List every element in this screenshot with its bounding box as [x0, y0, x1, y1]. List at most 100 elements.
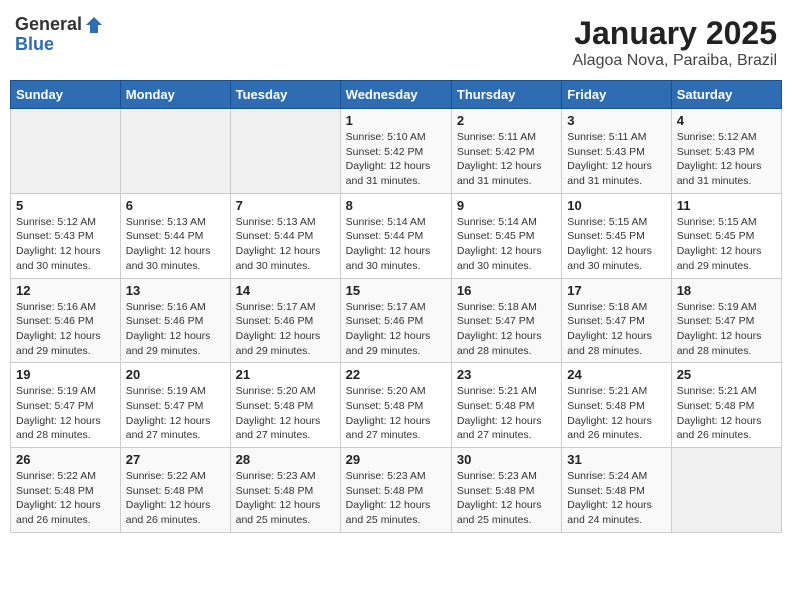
calendar-cell: 31Sunrise: 5:24 AM Sunset: 5:48 PM Dayli… — [562, 448, 671, 533]
calendar-cell: 2Sunrise: 5:11 AM Sunset: 5:42 PM Daylig… — [451, 109, 561, 194]
calendar-cell: 17 Sunrise: 5:18 AM Sunset: 5:47 PM Dayli… — [562, 278, 671, 363]
calendar-cell: 20 Sunrise: 5:19 AM Sunset: 5:47 PM Dayli… — [120, 363, 230, 448]
calendar-table: SundayMondayTuesdayWednesdayThursdayFrid… — [10, 80, 782, 533]
day-number: 19 — [16, 367, 115, 382]
day-info: Sunrise: 5:17 AM Sunset: 5:46 PM Dayligh… — [346, 300, 446, 359]
day-number: 24 — [567, 367, 665, 382]
day-info: Sunrise: 5:20 AM Sunset: 5:48 PM Dayligh… — [346, 384, 446, 443]
day-info: Sunrise: 5:12 AM Sunset: 5:43 PM Dayligh… — [677, 130, 776, 189]
day-number: 22 — [346, 367, 446, 382]
location-title: Alagoa Nova, Paraiba, Brazil — [572, 52, 777, 70]
page-header: General Blue January 2025 Alagoa Nova, P… — [10, 10, 782, 70]
calendar-cell: 19 Sunrise: 5:19 AM Sunset: 5:47 PM Dayli… — [11, 363, 121, 448]
day-number: 27 — [126, 452, 225, 467]
day-number: 10 — [567, 198, 665, 213]
day-info: Sunrise: 5:10 AM Sunset: 5:42 PM Dayligh… — [346, 130, 446, 189]
day-number: 23 — [457, 367, 556, 382]
day-number: 4 — [677, 113, 776, 128]
day-number: 30 — [457, 452, 556, 467]
day-number: 25 — [677, 367, 776, 382]
month-title: January 2025 — [572, 15, 777, 52]
calendar-week-row: 1Sunrise: 5:10 AM Sunset: 5:42 PM Daylig… — [11, 109, 782, 194]
title-area: January 2025 Alagoa Nova, Paraiba, Brazi… — [572, 15, 777, 70]
day-info: Sunrise: 5:21 AM Sunset: 5:48 PM Dayligh… — [567, 384, 665, 443]
calendar-cell: 12 Sunrise: 5:16 AM Sunset: 5:46 PM Dayli… — [11, 278, 121, 363]
day-info: Sunrise: 5:13 AM Sunset: 5:44 PM Dayligh… — [126, 215, 225, 274]
calendar-cell: 27 Sunrise: 5:22 AM Sunset: 5:48 PM Dayli… — [120, 448, 230, 533]
calendar-cell: 8 Sunrise: 5:14 AM Sunset: 5:44 PM Daylig… — [340, 193, 451, 278]
logo: General Blue — [15, 15, 104, 55]
day-info: Sunrise: 5:20 AM Sunset: 5:48 PM Dayligh… — [236, 384, 335, 443]
day-number: 16 — [457, 283, 556, 298]
logo-general: General — [15, 15, 82, 35]
day-info: Sunrise: 5:21 AM Sunset: 5:48 PM Dayligh… — [457, 384, 556, 443]
day-info: Sunrise: 5:14 AM Sunset: 5:45 PM Dayligh… — [457, 215, 556, 274]
logo-blue: Blue — [15, 34, 54, 54]
calendar-cell: 3 Sunrise: 5:11 AM Sunset: 5:43 PM Daylig… — [562, 109, 671, 194]
day-number: 20 — [126, 367, 225, 382]
day-number: 31 — [567, 452, 665, 467]
calendar-cell: 6 Sunrise: 5:13 AM Sunset: 5:44 PM Daylig… — [120, 193, 230, 278]
day-info: Sunrise: 5:19 AM Sunset: 5:47 PM Dayligh… — [126, 384, 225, 443]
calendar-cell: 29 Sunrise: 5:23 AM Sunset: 5:48 PM Dayli… — [340, 448, 451, 533]
calendar-header-row: SundayMondayTuesdayWednesdayThursdayFrid… — [11, 81, 782, 109]
day-number: 3 — [567, 113, 665, 128]
logo-icon — [84, 15, 104, 35]
day-info: Sunrise: 5:19 AM Sunset: 5:47 PM Dayligh… — [677, 300, 776, 359]
calendar-cell — [230, 109, 340, 194]
calendar-cell: 1Sunrise: 5:10 AM Sunset: 5:42 PM Daylig… — [340, 109, 451, 194]
day-info: Sunrise: 5:22 AM Sunset: 5:48 PM Dayligh… — [126, 469, 225, 528]
weekday-header-saturday: Saturday — [671, 81, 781, 109]
day-info: Sunrise: 5:19 AM Sunset: 5:47 PM Dayligh… — [16, 384, 115, 443]
day-number: 14 — [236, 283, 335, 298]
calendar-week-row: 5 Sunrise: 5:12 AM Sunset: 5:43 PM Daylig… — [11, 193, 782, 278]
day-number: 13 — [126, 283, 225, 298]
calendar-cell: 28 Sunrise: 5:23 AM Sunset: 5:48 PM Dayli… — [230, 448, 340, 533]
day-number: 8 — [346, 198, 446, 213]
calendar-cell: 9 Sunrise: 5:14 AM Sunset: 5:45 PM Daylig… — [451, 193, 561, 278]
calendar-week-row: 26Sunrise: 5:22 AM Sunset: 5:48 PM Dayli… — [11, 448, 782, 533]
calendar-cell: 24 Sunrise: 5:21 AM Sunset: 5:48 PM Dayli… — [562, 363, 671, 448]
calendar-cell: 13Sunrise: 5:16 AM Sunset: 5:46 PM Dayli… — [120, 278, 230, 363]
calendar-cell — [671, 448, 781, 533]
day-number: 11 — [677, 198, 776, 213]
day-info: Sunrise: 5:21 AM Sunset: 5:48 PM Dayligh… — [677, 384, 776, 443]
day-number: 6 — [126, 198, 225, 213]
calendar-cell: 26Sunrise: 5:22 AM Sunset: 5:48 PM Dayli… — [11, 448, 121, 533]
day-info: Sunrise: 5:23 AM Sunset: 5:48 PM Dayligh… — [346, 469, 446, 528]
day-number: 21 — [236, 367, 335, 382]
calendar-cell: 30 Sunrise: 5:23 AM Sunset: 5:48 PM Dayli… — [451, 448, 561, 533]
day-number: 12 — [16, 283, 115, 298]
weekday-header-tuesday: Tuesday — [230, 81, 340, 109]
day-number: 28 — [236, 452, 335, 467]
weekday-header-wednesday: Wednesday — [340, 81, 451, 109]
day-info: Sunrise: 5:23 AM Sunset: 5:48 PM Dayligh… — [457, 469, 556, 528]
weekday-header-friday: Friday — [562, 81, 671, 109]
day-info: Sunrise: 5:15 AM Sunset: 5:45 PM Dayligh… — [677, 215, 776, 274]
day-info: Sunrise: 5:23 AM Sunset: 5:48 PM Dayligh… — [236, 469, 335, 528]
calendar-cell — [120, 109, 230, 194]
day-number: 29 — [346, 452, 446, 467]
day-number: 9 — [457, 198, 556, 213]
calendar-cell: 10Sunrise: 5:15 AM Sunset: 5:45 PM Dayli… — [562, 193, 671, 278]
day-number: 17 — [567, 283, 665, 298]
calendar-cell: 4 Sunrise: 5:12 AM Sunset: 5:43 PM Daylig… — [671, 109, 781, 194]
calendar-cell: 22 Sunrise: 5:20 AM Sunset: 5:48 PM Dayli… — [340, 363, 451, 448]
weekday-header-thursday: Thursday — [451, 81, 561, 109]
calendar-cell: 25 Sunrise: 5:21 AM Sunset: 5:48 PM Dayli… — [671, 363, 781, 448]
day-info: Sunrise: 5:11 AM Sunset: 5:42 PM Dayligh… — [457, 130, 556, 189]
day-info: Sunrise: 5:16 AM Sunset: 5:46 PM Dayligh… — [16, 300, 115, 359]
calendar-cell: 15 Sunrise: 5:17 AM Sunset: 5:46 PM Dayli… — [340, 278, 451, 363]
weekday-header-sunday: Sunday — [11, 81, 121, 109]
day-info: Sunrise: 5:12 AM Sunset: 5:43 PM Dayligh… — [16, 215, 115, 274]
day-info: Sunrise: 5:11 AM Sunset: 5:43 PM Dayligh… — [567, 130, 665, 189]
day-info: Sunrise: 5:14 AM Sunset: 5:44 PM Dayligh… — [346, 215, 446, 274]
calendar-cell: 23 Sunrise: 5:21 AM Sunset: 5:48 PM Dayli… — [451, 363, 561, 448]
day-number: 18 — [677, 283, 776, 298]
day-number: 5 — [16, 198, 115, 213]
day-info: Sunrise: 5:18 AM Sunset: 5:47 PM Dayligh… — [567, 300, 665, 359]
calendar-week-row: 19 Sunrise: 5:19 AM Sunset: 5:47 PM Dayli… — [11, 363, 782, 448]
calendar-week-row: 12 Sunrise: 5:16 AM Sunset: 5:46 PM Dayli… — [11, 278, 782, 363]
day-number: 15 — [346, 283, 446, 298]
calendar-cell: 5 Sunrise: 5:12 AM Sunset: 5:43 PM Daylig… — [11, 193, 121, 278]
